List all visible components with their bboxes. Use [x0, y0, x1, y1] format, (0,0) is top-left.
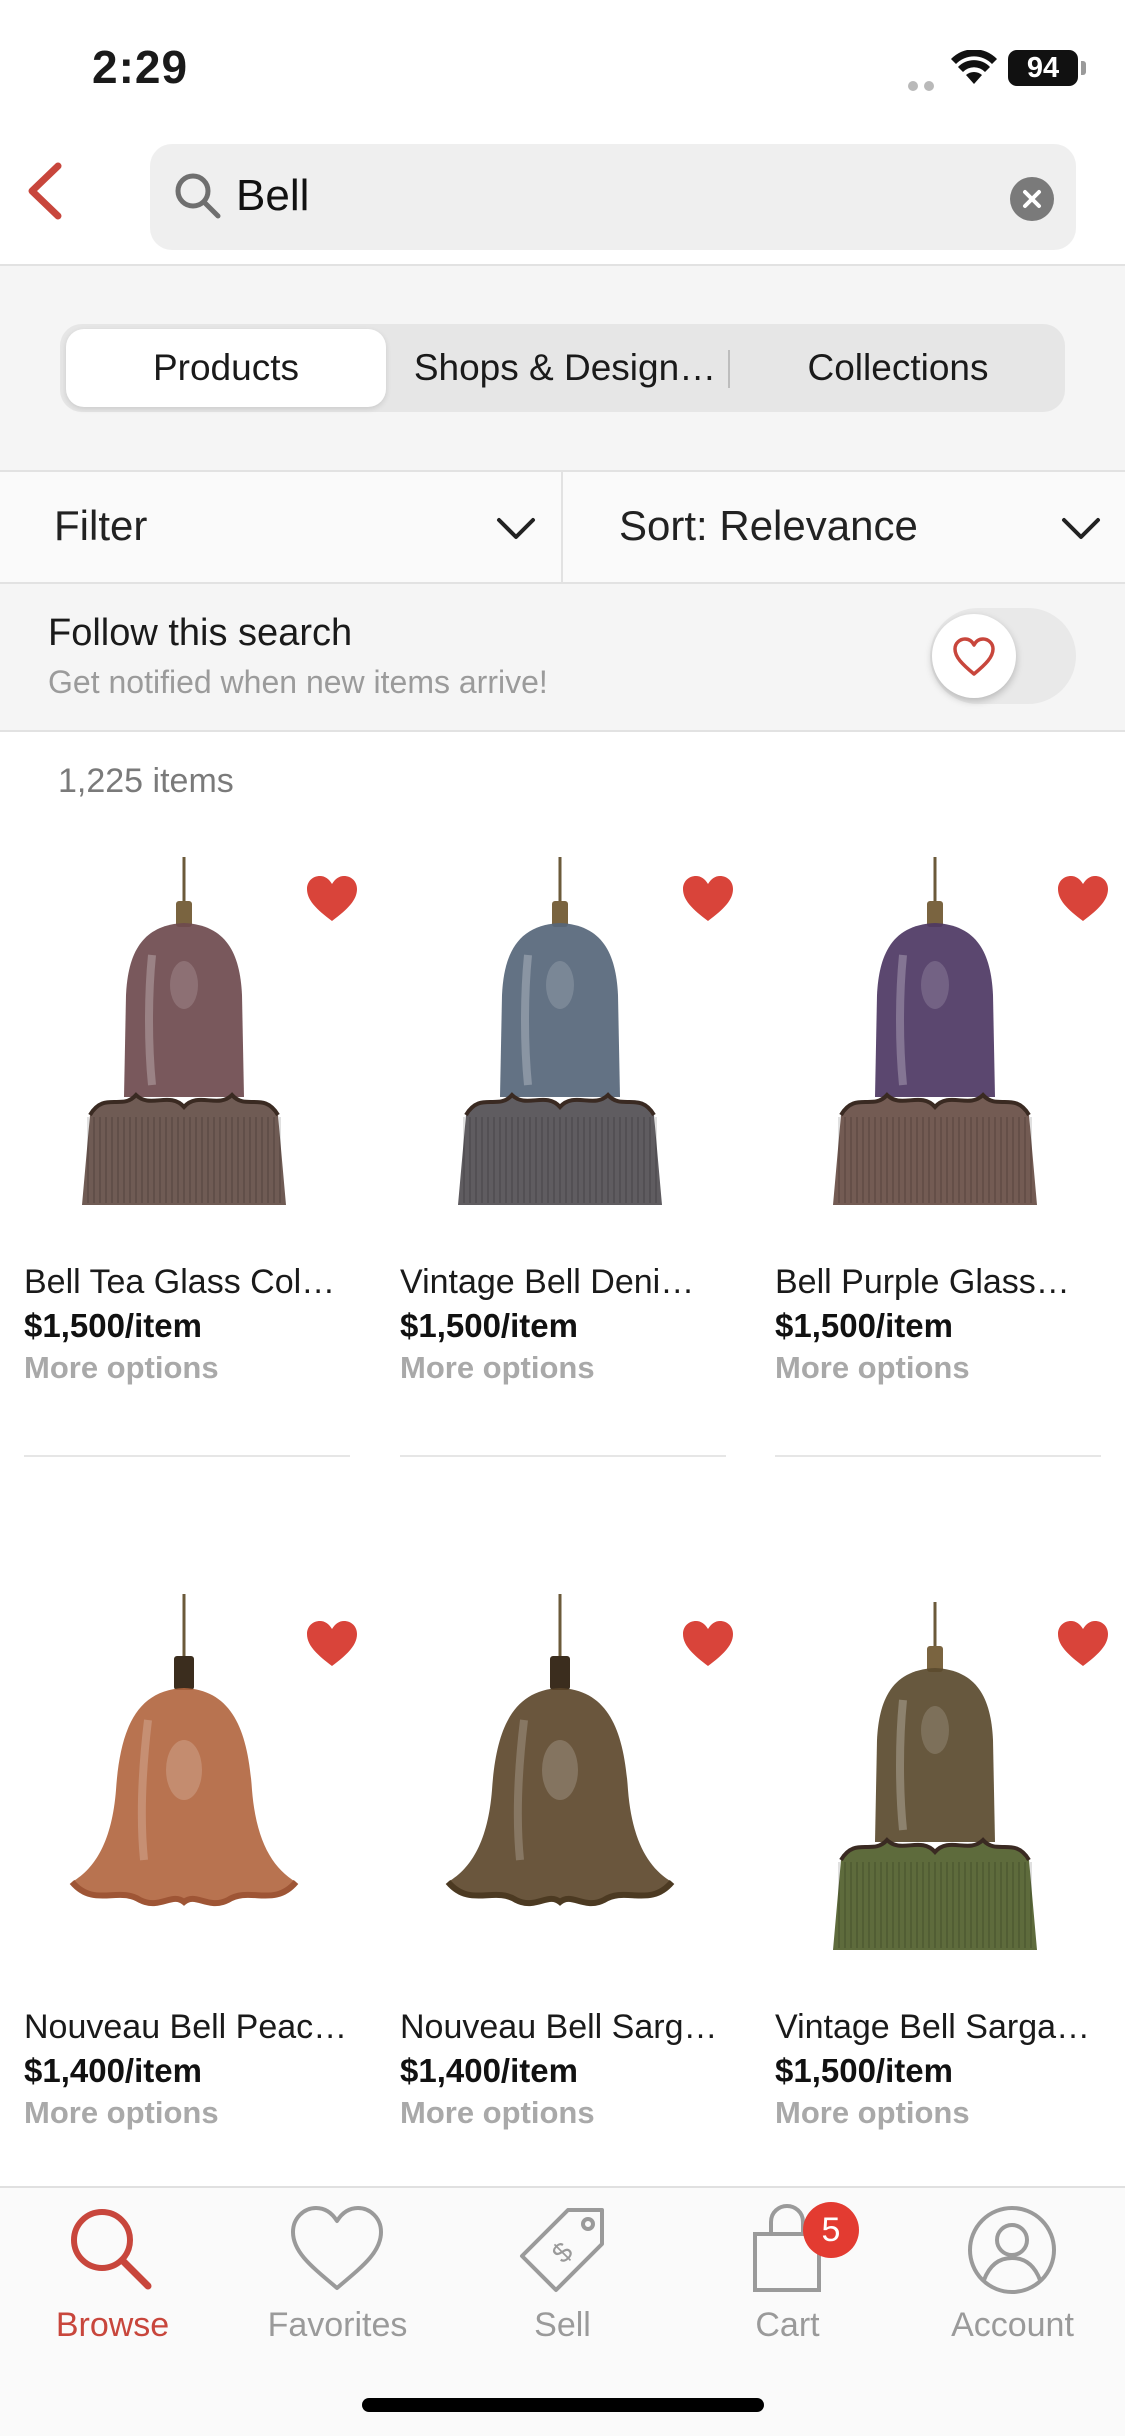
- product-price: $1,400/item: [24, 2052, 202, 2089]
- product-card[interactable]: Nouveau Bell Peac… $1,400/item More option…: [24, 1590, 357, 2250]
- favorite-heart-icon[interactable]: [304, 873, 360, 925]
- product-card[interactable]: Nouveau Bell Sarg… $1,400/item More option…: [400, 1590, 733, 2250]
- nav-browse-label: Browse: [55, 2306, 170, 2344]
- tab-collections[interactable]: Collections: [736, 329, 1060, 407]
- product-name: Vintage Bell Deni…: [400, 1263, 695, 1301]
- search-input[interactable]: [236, 164, 936, 228]
- product-card[interactable]: Vintage Bell Deni… $1,500/item More option…: [400, 845, 733, 1505]
- product-card[interactable]: Vintage Bell Sarga… $1,500/item More optio…: [775, 1590, 1108, 2250]
- clear-search-button[interactable]: [1010, 177, 1054, 221]
- favorite-heart-icon[interactable]: [680, 1618, 736, 1670]
- product-name: Bell Purple Glass…: [775, 1263, 1070, 1301]
- more-options-link[interactable]: More options: [24, 2095, 219, 2131]
- more-options-link[interactable]: More options: [400, 2095, 595, 2131]
- favorite-heart-icon[interactable]: [1055, 873, 1111, 925]
- back-button[interactable]: [18, 156, 78, 226]
- search-icon: [71, 2209, 152, 2290]
- home-indicator: [362, 2398, 764, 2412]
- more-options-link[interactable]: More options: [775, 1350, 970, 1386]
- nav-sell[interactable]: $ Sell: [450, 2188, 675, 2368]
- results-count: 1,225 items: [58, 762, 234, 800]
- nav-cart[interactable]: 5 Cart: [675, 2188, 900, 2368]
- tab-divider: [728, 350, 730, 388]
- product-name: Nouveau Bell Peac…: [24, 2008, 348, 2046]
- product-card[interactable]: Bell Purple Glass… $1,500/item More option…: [775, 845, 1108, 1505]
- product-name: Vintage Bell Sarga…: [775, 2008, 1091, 2046]
- product-price: $1,500/item: [24, 1307, 202, 1344]
- product-card[interactable]: Bell Tea Glass Col… $1,500/item More optio…: [24, 845, 357, 1505]
- follow-search-title: Follow this search: [48, 612, 353, 654]
- product-price: $1,500/item: [775, 1307, 953, 1344]
- nav-browse[interactable]: Browse: [0, 2188, 225, 2368]
- battery-level: 94: [1008, 50, 1078, 86]
- close-icon: [1023, 190, 1041, 208]
- results-type-tabs: Products Shops & Design… Collections: [0, 266, 1125, 470]
- more-options-link[interactable]: More options: [775, 2095, 970, 2131]
- product-price: $1,400/item: [400, 2052, 578, 2089]
- follow-search-row: Follow this search Get notified when new…: [0, 584, 1125, 732]
- nav-cart-label: Cart: [755, 2306, 820, 2344]
- tab-shops-designers[interactable]: Shops & Design…: [400, 329, 730, 407]
- status-bar: 2:29 94: [0, 0, 1125, 140]
- search-bar[interactable]: [150, 144, 1076, 250]
- nav-favorites-label: Favorites: [267, 2306, 408, 2344]
- heart-icon: [291, 2206, 383, 2290]
- search-header: [0, 140, 1125, 266]
- nav-account-label: Account: [951, 2306, 1074, 2344]
- card-divider: [775, 1455, 1101, 1457]
- filter-button[interactable]: Filter: [0, 472, 561, 584]
- tab-products[interactable]: Products: [66, 329, 386, 407]
- nav-sell-label: Sell: [534, 2306, 591, 2344]
- battery-tip: [1081, 61, 1086, 75]
- heart-outline-icon: [953, 637, 995, 676]
- sort-label: Sort: Relevance: [619, 502, 918, 549]
- toggle-knob: [932, 614, 1016, 698]
- tag-icon: $: [520, 2208, 604, 2292]
- favorite-heart-icon[interactable]: [304, 1618, 360, 1670]
- follow-search-toggle[interactable]: [930, 608, 1076, 704]
- cart-badge: 5: [803, 2202, 859, 2258]
- product-price: $1,500/item: [400, 1307, 578, 1344]
- status-time: 2:29: [92, 41, 189, 93]
- more-options-link[interactable]: More options: [400, 1350, 595, 1386]
- filter-label: Filter: [54, 502, 148, 549]
- card-divider: [400, 1455, 726, 1457]
- product-name: Bell Tea Glass Col…: [24, 1263, 336, 1301]
- svg-text:$: $: [546, 2236, 579, 2269]
- chevron-down-icon: [497, 518, 535, 539]
- card-divider: [24, 1455, 350, 1457]
- wifi-icon: [951, 50, 997, 84]
- filter-sort-bar: Filter Sort: Relevance: [0, 470, 1125, 584]
- chevron-down-icon: [1062, 518, 1100, 539]
- nav-account[interactable]: Account: [900, 2188, 1125, 2368]
- cellular-signal-icon: [908, 78, 940, 96]
- product-price: $1,500/item: [775, 2052, 953, 2089]
- segmented-control: Products Shops & Design… Collections: [60, 324, 1065, 412]
- more-options-link[interactable]: More options: [24, 1350, 219, 1386]
- search-icon: [175, 173, 221, 219]
- favorite-heart-icon[interactable]: [1055, 1618, 1111, 1670]
- favorite-heart-icon[interactable]: [680, 873, 736, 925]
- product-name: Nouveau Bell Sarg…: [400, 2008, 718, 2046]
- follow-search-subtitle: Get notified when new items arrive!: [48, 664, 548, 700]
- sort-button[interactable]: Sort: Relevance: [563, 472, 1125, 584]
- user-icon: [968, 2206, 1056, 2294]
- chevron-left-icon: [28, 162, 62, 220]
- nav-favorites[interactable]: Favorites: [225, 2188, 450, 2368]
